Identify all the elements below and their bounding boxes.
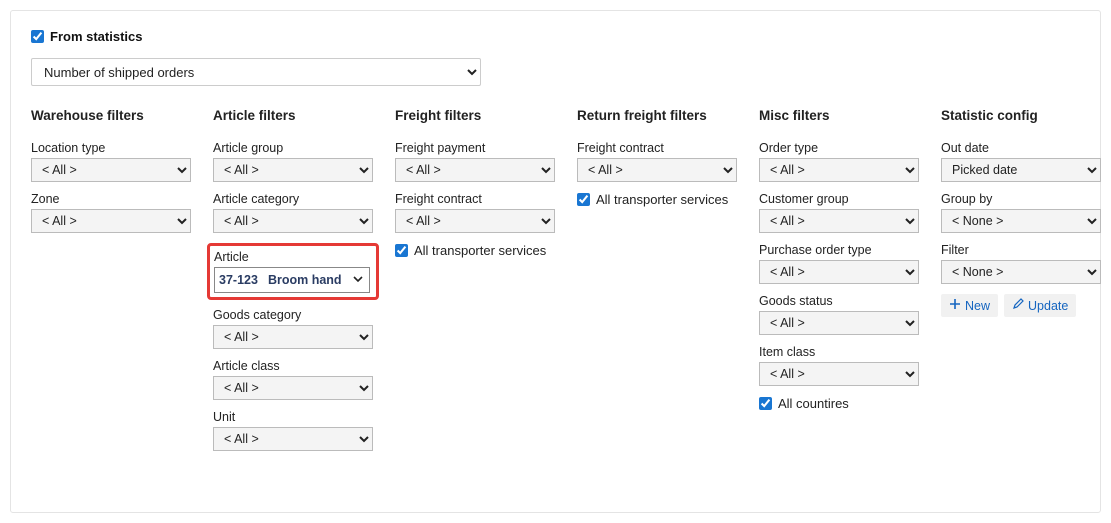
new-button[interactable]: New bbox=[941, 294, 998, 317]
zone-label: Zone bbox=[31, 192, 191, 206]
out-date-select[interactable]: Picked date bbox=[941, 158, 1101, 182]
filter-label: Filter bbox=[941, 243, 1101, 257]
all-countries-checkbox[interactable] bbox=[759, 397, 772, 410]
order-type-label: Order type bbox=[759, 141, 919, 155]
return-freight-column: Return freight filters Freight contract … bbox=[577, 108, 737, 217]
freight-contract-select[interactable]: < All > bbox=[395, 209, 555, 233]
freight-all-transporter-checkbox[interactable] bbox=[395, 244, 408, 257]
article-class-select[interactable]: < All > bbox=[213, 376, 373, 400]
unit-label: Unit bbox=[213, 410, 373, 424]
po-type-select[interactable]: < All > bbox=[759, 260, 919, 284]
location-type-select[interactable]: < All > bbox=[31, 158, 191, 182]
article-name: Broom hand bbox=[268, 273, 342, 287]
warehouse-title: Warehouse filters bbox=[31, 108, 191, 123]
return-freight-title: Return freight filters bbox=[577, 108, 737, 123]
plus-icon bbox=[949, 298, 961, 313]
customer-group-select[interactable]: < All > bbox=[759, 209, 919, 233]
update-button-label: Update bbox=[1028, 299, 1068, 313]
from-statistics-checkbox[interactable] bbox=[31, 30, 44, 43]
article-column: Article filters Article group < All > Ar… bbox=[213, 108, 373, 461]
group-by-select[interactable]: < None > bbox=[941, 209, 1101, 233]
article-code: 37-123 bbox=[219, 273, 258, 287]
chevron-down-icon bbox=[353, 273, 363, 287]
return-all-transporter-checkbox[interactable] bbox=[577, 193, 590, 206]
freight-all-transporter-label: All transporter services bbox=[414, 243, 546, 258]
article-select[interactable]: 37-123 Broom hand bbox=[214, 267, 370, 293]
filter-columns: Warehouse filters Location type < All > … bbox=[31, 108, 1080, 461]
update-button[interactable]: Update bbox=[1004, 294, 1076, 317]
po-type-label: Purchase order type bbox=[759, 243, 919, 257]
goods-category-label: Goods category bbox=[213, 308, 373, 322]
article-category-label: Article category bbox=[213, 192, 373, 206]
customer-group-label: Customer group bbox=[759, 192, 919, 206]
return-contract-select[interactable]: < All > bbox=[577, 158, 737, 182]
article-group-label: Article group bbox=[213, 141, 373, 155]
filter-select[interactable]: < None > bbox=[941, 260, 1101, 284]
goods-status-select[interactable]: < All > bbox=[759, 311, 919, 335]
article-class-label: Article class bbox=[213, 359, 373, 373]
freight-column: Freight filters Freight payment < All > … bbox=[395, 108, 555, 268]
from-statistics-label: From statistics bbox=[50, 29, 142, 44]
item-class-label: Item class bbox=[759, 345, 919, 359]
statistic-select[interactable]: Number of shipped orders bbox=[31, 58, 481, 86]
article-highlight: Article 37-123 Broom hand bbox=[207, 243, 379, 300]
pencil-icon bbox=[1012, 298, 1024, 313]
misc-column: Misc filters Order type < All > Customer… bbox=[759, 108, 919, 421]
zone-select[interactable]: < All > bbox=[31, 209, 191, 233]
return-contract-label: Freight contract bbox=[577, 141, 737, 155]
freight-title: Freight filters bbox=[395, 108, 555, 123]
from-statistics-row: From statistics bbox=[31, 29, 1080, 44]
misc-title: Misc filters bbox=[759, 108, 919, 123]
new-button-label: New bbox=[965, 299, 990, 313]
config-title: Statistic config bbox=[941, 108, 1101, 123]
all-countries-label: All countires bbox=[778, 396, 849, 411]
out-date-label: Out date bbox=[941, 141, 1101, 155]
article-label: Article bbox=[214, 250, 372, 264]
config-column: Statistic config Out date Picked date Gr… bbox=[941, 108, 1101, 317]
statistic-select-wrap: Number of shipped orders bbox=[31, 58, 1080, 86]
goods-category-select[interactable]: < All > bbox=[213, 325, 373, 349]
article-category-select[interactable]: < All > bbox=[213, 209, 373, 233]
freight-payment-label: Freight payment bbox=[395, 141, 555, 155]
unit-select[interactable]: < All > bbox=[213, 427, 373, 451]
goods-status-label: Goods status bbox=[759, 294, 919, 308]
freight-payment-select[interactable]: < All > bbox=[395, 158, 555, 182]
article-group-select[interactable]: < All > bbox=[213, 158, 373, 182]
freight-contract-label: Freight contract bbox=[395, 192, 555, 206]
warehouse-column: Warehouse filters Location type < All > … bbox=[31, 108, 191, 243]
order-type-select[interactable]: < All > bbox=[759, 158, 919, 182]
group-by-label: Group by bbox=[941, 192, 1101, 206]
filter-panel: From statistics Number of shipped orders… bbox=[10, 10, 1101, 513]
item-class-select[interactable]: < All > bbox=[759, 362, 919, 386]
article-title: Article filters bbox=[213, 108, 373, 123]
return-all-transporter-label: All transporter services bbox=[596, 192, 728, 207]
location-type-label: Location type bbox=[31, 141, 191, 155]
